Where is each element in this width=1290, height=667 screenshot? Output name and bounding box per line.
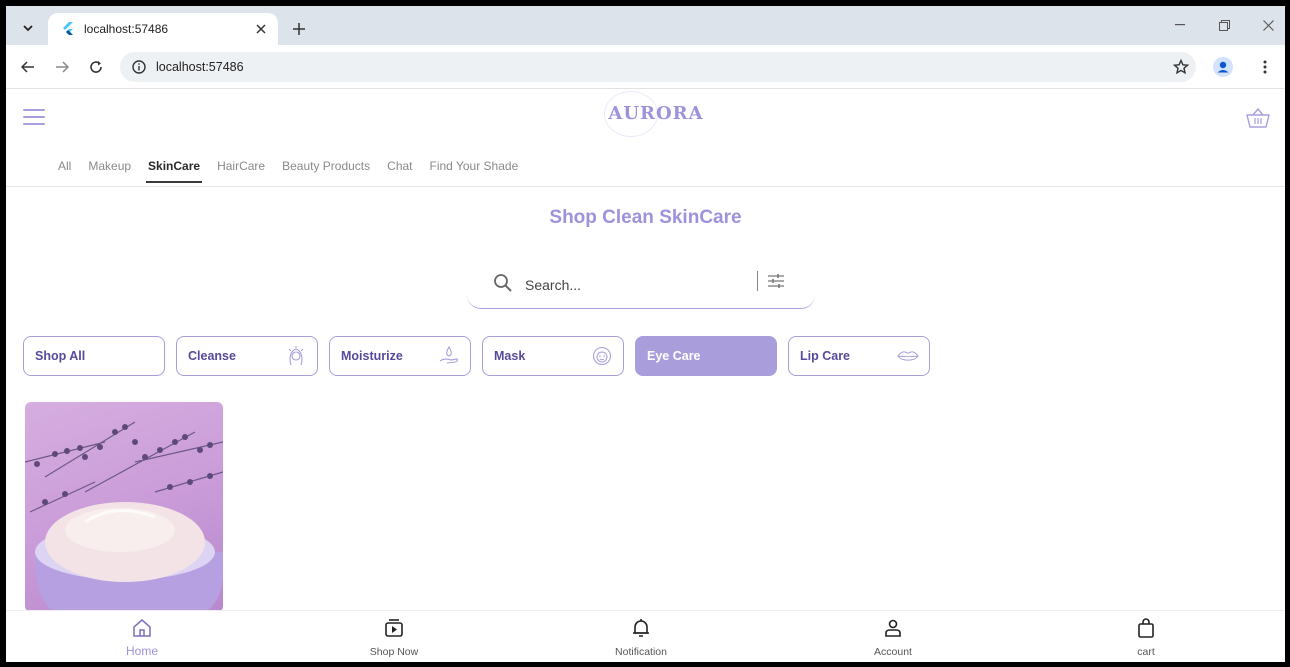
hamburger-menu-icon[interactable] (23, 109, 45, 125)
lips-icon (897, 345, 919, 367)
search-bar (467, 261, 815, 309)
site-info-icon[interactable] (130, 58, 148, 76)
chip-label: Moisturize (341, 349, 403, 363)
url-text: localhost:57486 (156, 60, 244, 74)
bottom-navigation: Home Shop Now Notification Account cart (6, 610, 1285, 662)
reload-icon[interactable] (86, 57, 106, 77)
browser-tab[interactable]: localhost:57486 (48, 13, 278, 45)
home-icon (133, 619, 151, 637)
hand-drop-icon (438, 345, 460, 367)
page-title: Shop Clean SkinCare (549, 207, 742, 228)
nav-label: cart (1137, 646, 1155, 658)
browser-window: localhost:57486 localhost:57486 AURORA A… (6, 6, 1285, 662)
nav-shop-now[interactable]: Shop Now (334, 617, 454, 660)
chip-eye-care[interactable]: Eye Care (635, 336, 777, 376)
address-bar[interactable]: localhost:57486 (120, 52, 1196, 82)
search-input[interactable] (525, 274, 745, 296)
tab-all[interactable]: All (58, 155, 71, 183)
chip-label: Mask (494, 349, 526, 363)
product-card[interactable] (25, 402, 223, 612)
plus-icon (293, 23, 305, 35)
tab-find-your-shade[interactable]: Find Your Shade (430, 155, 519, 183)
chip-label: Shop All (35, 349, 86, 363)
brand-logo: AURORA (608, 103, 704, 124)
tab-haircare[interactable]: HairCare (217, 155, 265, 183)
tab-title: localhost:57486 (84, 22, 169, 36)
forward-icon[interactable] (52, 57, 72, 77)
chip-moisturize[interactable]: Moisturize (329, 336, 471, 376)
chip-label: Cleanse (188, 349, 236, 363)
nav-label: Home (125, 644, 158, 658)
tab-skincare[interactable]: SkinCare (146, 155, 203, 183)
category-tabs: All Makeup SkinCare HairCare Beauty Prod… (58, 155, 535, 183)
face-mask-icon (591, 345, 613, 367)
tab-beauty-products[interactable]: Beauty Products (282, 155, 370, 183)
chevron-down-icon (23, 25, 33, 32)
nav-label: Notification (615, 646, 667, 658)
restore-icon[interactable] (1215, 16, 1233, 34)
search-icon (494, 274, 512, 292)
minimize-icon[interactable] (1171, 16, 1189, 34)
filter-sliders-icon[interactable] (767, 272, 785, 290)
chip-label: Lip Care (800, 349, 851, 363)
chip-lip-care[interactable]: Lip Care (788, 336, 930, 376)
nav-notification[interactable]: Notification (581, 617, 701, 660)
nav-home[interactable]: Home (82, 617, 202, 660)
tab-search-button[interactable] (18, 18, 38, 38)
window-controls (1171, 16, 1277, 34)
new-tab-button[interactable] (288, 18, 310, 40)
bell-icon (633, 619, 649, 637)
toolbar-actions (1171, 57, 1275, 77)
back-icon[interactable] (18, 57, 38, 77)
bookmark-star-icon[interactable] (1171, 57, 1191, 77)
basket-icon[interactable] (1245, 107, 1271, 129)
tab-makeup[interactable]: Makeup (88, 155, 131, 183)
chip-mask[interactable]: Mask (482, 336, 624, 376)
person-icon (885, 619, 901, 637)
browser-toolbar: localhost:57486 (6, 45, 1285, 89)
tabs-divider (6, 186, 1285, 187)
face-wash-icon (285, 345, 307, 367)
nav-label: Account (874, 646, 912, 658)
shopping-bag-icon (1138, 618, 1154, 638)
nav-cart[interactable]: cart (1086, 617, 1206, 660)
filter-chips: Shop All Cleanse Moisturize Mask Eye Car… (23, 336, 930, 376)
search-separator (757, 271, 758, 291)
chip-shop-all[interactable]: Shop All (23, 336, 165, 376)
close-tab-icon[interactable] (252, 20, 270, 38)
nav-account[interactable]: Account (833, 617, 953, 660)
flutter-favicon-icon (60, 21, 76, 37)
close-window-icon[interactable] (1259, 16, 1277, 34)
app-viewport: AURORA All Makeup SkinCare HairCare Beau… (6, 89, 1285, 662)
chip-label: Eye Care (647, 349, 701, 363)
profile-avatar-icon[interactable] (1213, 57, 1233, 77)
shop-play-icon (385, 619, 403, 637)
product-image (25, 421, 223, 612)
chip-cleanse[interactable]: Cleanse (176, 336, 318, 376)
browser-menu-icon[interactable] (1255, 57, 1275, 77)
tab-chat[interactable]: Chat (387, 155, 412, 183)
tab-strip: localhost:57486 (6, 6, 1285, 45)
nav-label: Shop Now (369, 646, 419, 658)
